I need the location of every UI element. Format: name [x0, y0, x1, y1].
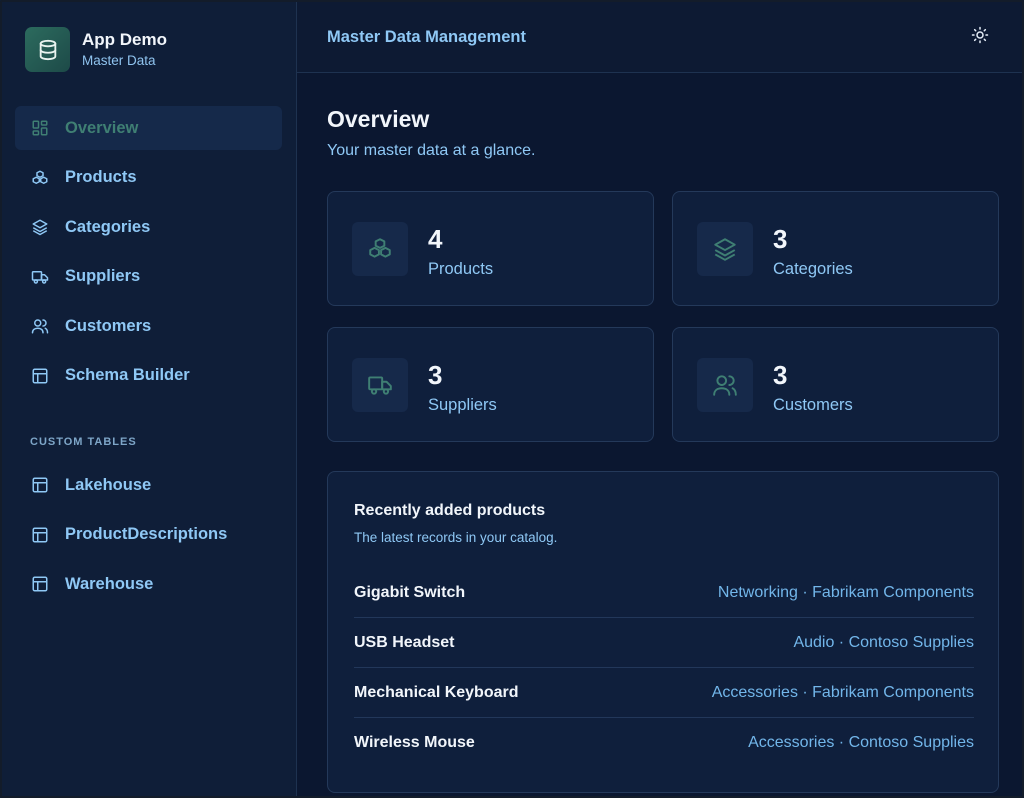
list-item[interactable]: Mechanical Keyboard Accessories · Fabrik… [354, 668, 974, 718]
nav-label: Overview [65, 118, 139, 137]
stat-card-suppliers[interactable]: 3 Suppliers [327, 327, 654, 442]
page-subtitle: Your master data at a glance. [327, 142, 536, 159]
database-icon [25, 27, 70, 72]
stat-card-categories[interactable]: 3 Categories [672, 191, 999, 306]
nav-label: Categories [65, 217, 151, 236]
top-bar: Master Data Management [297, 0, 1024, 73]
recent-products-subtitle: The latest records in your catalog. [354, 530, 558, 545]
list-item[interactable]: Wireless Mouse Accessories · Contoso Sup… [354, 718, 974, 768]
list-item[interactable]: USB Headset Audio · Contoso Supplies [354, 618, 974, 668]
product-meta: Networking · Fabrikam Components [717, 583, 974, 601]
stat-label: Products [428, 260, 494, 278]
users-icon [697, 358, 753, 412]
nav-label: Suppliers [65, 267, 141, 286]
nav-label: ProductDescriptions [65, 525, 228, 544]
app-title: App Demo [82, 29, 167, 49]
stat-label: Suppliers [428, 396, 497, 414]
nav-item-products[interactable]: Products [15, 156, 282, 200]
table-icon [30, 475, 50, 495]
theme-toggle-button[interactable] [968, 25, 992, 49]
sidebar: App Demo Master Data Overview Products C… [0, 0, 297, 798]
product-meta: Accessories · Contoso Supplies [748, 734, 974, 751]
nav-item-overview[interactable]: Overview [15, 106, 282, 150]
layers-icon [697, 222, 753, 276]
table-icon [30, 574, 50, 594]
nav-label: Lakehouse [65, 475, 152, 494]
nav-item-schema-builder[interactable]: Schema Builder [15, 354, 282, 398]
page-title: Overview [327, 106, 430, 132]
stat-count: 4 [428, 224, 443, 254]
nav-label: Schema Builder [65, 366, 190, 385]
nav-label: Products [65, 168, 137, 187]
product-name: USB Headset [354, 633, 455, 651]
stat-card-products[interactable]: 4 Products [327, 191, 654, 306]
table-icon [30, 525, 50, 545]
brand[interactable]: App Demo Master Data [25, 27, 167, 72]
main-nav: Overview Products Categories Suppliers C… [15, 106, 282, 404]
stat-count: 3 [428, 360, 443, 390]
nav-item-productdescriptions[interactable]: ProductDescriptions [15, 513, 282, 557]
nav-label: Warehouse [65, 574, 154, 593]
custom-tables-nav: Lakehouse ProductDescriptions Warehouse [15, 463, 282, 612]
boxes-icon [30, 168, 50, 188]
nav-item-suppliers[interactable]: Suppliers [15, 255, 282, 299]
truck-icon [30, 267, 50, 287]
nav-item-customers[interactable]: Customers [15, 304, 282, 348]
product-name: Gigabit Switch [354, 583, 466, 601]
stat-label: Categories [773, 260, 853, 278]
nav-item-lakehouse[interactable]: Lakehouse [15, 463, 282, 507]
recent-products-panel: Recently added products The latest recor… [327, 471, 999, 793]
stat-count: 3 [773, 360, 788, 390]
boxes-icon [352, 222, 408, 276]
product-name: Wireless Mouse [354, 734, 475, 751]
product-name: Mechanical Keyboard [354, 683, 519, 701]
recent-products-list: Gigabit Switch Networking · Fabrikam Com… [354, 568, 974, 768]
product-meta: Audio · Contoso Supplies [793, 633, 974, 651]
nav-item-warehouse[interactable]: Warehouse [15, 562, 282, 606]
stat-card-customers[interactable]: 3 Customers [672, 327, 999, 442]
stat-label: Customers [773, 396, 853, 414]
nav-item-categories[interactable]: Categories [15, 205, 282, 249]
table-icon [30, 366, 50, 386]
dashboard-icon [30, 118, 50, 138]
truck-icon [352, 358, 408, 412]
users-icon [30, 316, 50, 336]
layers-icon [30, 217, 50, 237]
stat-count: 3 [773, 224, 788, 254]
app-subtitle: Master Data [82, 52, 156, 68]
recent-products-title: Recently added products [354, 502, 546, 519]
custom-tables-heading: CUSTOM TABLES [30, 436, 137, 448]
nav-label: Customers [65, 316, 152, 335]
product-meta: Accessories · Fabrikam Components [711, 683, 974, 701]
header-title: Master Data Management [327, 28, 526, 46]
list-item[interactable]: Gigabit Switch Networking · Fabrikam Com… [354, 568, 974, 618]
sun-icon [971, 26, 989, 49]
